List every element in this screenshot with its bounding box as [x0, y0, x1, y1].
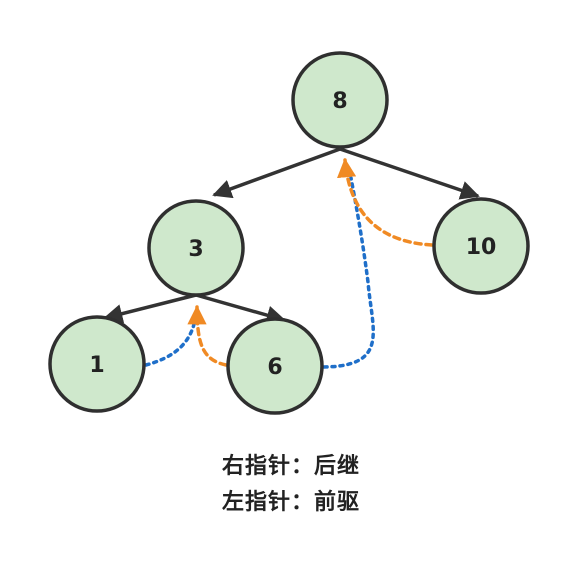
predecessor-thread-6-to-3: [187, 305, 228, 367]
node-8: 8: [291, 51, 389, 149]
node-1-label: 1: [89, 353, 104, 378]
node-3-label: 3: [188, 237, 203, 262]
predecessor-thread-10-to-8: [336, 158, 434, 247]
legend-left-pointer: 左指针：前驱: [221, 490, 360, 515]
successor-thread-6-to-8: [322, 176, 376, 369]
legend-right-pointer: 右指针：后继: [221, 454, 360, 479]
edge-8-3: [212, 147, 341, 199]
edge-8-10: [339, 147, 480, 200]
successor-thread-1-to-3: [144, 318, 197, 367]
node-10: 10: [432, 197, 530, 295]
node-1: 1: [48, 315, 146, 413]
node-3: 3: [147, 199, 245, 297]
edge-3-1: [103, 293, 197, 324]
node-6: 6: [226, 317, 324, 415]
threaded-binary-tree-diagram: 8 3 10 1 6: [48, 51, 530, 415]
node-6-label: 6: [267, 355, 282, 380]
node-8-label: 8: [332, 89, 347, 114]
node-10-label: 10: [466, 235, 497, 260]
tree-nodes: 8 3 10 1 6: [48, 51, 530, 415]
edge-3-6: [195, 293, 286, 325]
